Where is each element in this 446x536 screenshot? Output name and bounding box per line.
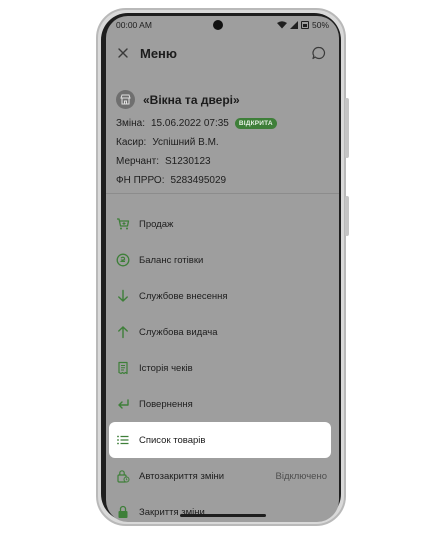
menu-item-label: Історія чеків bbox=[139, 362, 193, 374]
menu-item-product-list[interactable]: Список товарів bbox=[109, 422, 331, 458]
cashier-label: Касир: bbox=[116, 136, 147, 148]
menu-item-auto-close-shift[interactable]: Автозакриття зміни Відключено bbox=[106, 458, 339, 494]
app-screen: 00:00 AM 50% Меню «Вікна та двері» Зміна… bbox=[106, 16, 339, 522]
menu-item-label: Автозакриття зміни bbox=[139, 470, 225, 482]
menu-item-label: Службове внесення bbox=[139, 290, 228, 302]
signal-icon bbox=[289, 21, 298, 29]
volume-button bbox=[345, 98, 349, 158]
battery-level: 50% bbox=[311, 20, 329, 30]
receipt-icon bbox=[118, 361, 128, 375]
arrow-up-icon bbox=[118, 326, 128, 339]
divider bbox=[106, 193, 339, 194]
status-time: 00:00 AM bbox=[116, 20, 152, 30]
prro-value: 5283495029 bbox=[170, 174, 227, 186]
menu-item-service-deposit[interactable]: Службове внесення bbox=[106, 278, 339, 314]
menu-item-service-withdrawal[interactable]: Службова видача bbox=[106, 314, 339, 350]
page-title: Меню bbox=[140, 46, 178, 61]
menu-item-sale[interactable]: Продаж bbox=[106, 206, 339, 242]
status-badge: ВІДКРИТА bbox=[234, 117, 277, 129]
merchant-label: Мерчант: bbox=[116, 155, 159, 167]
list-icon bbox=[117, 435, 129, 445]
close-icon[interactable] bbox=[116, 46, 130, 60]
menu-item-label: Баланс готівки bbox=[139, 254, 204, 266]
prro-label: ФН ПРРО: bbox=[116, 174, 165, 186]
menu-item-close-shift[interactable]: Закриття зміни bbox=[106, 494, 339, 522]
camera-cutout bbox=[213, 20, 223, 30]
menu-item-cash-balance[interactable]: Баланс готівки bbox=[106, 242, 339, 278]
shop-header: «Вікна та двері» bbox=[116, 90, 331, 109]
auto-lock-icon bbox=[117, 470, 130, 483]
battery-icon bbox=[300, 21, 309, 29]
cashier-value: Успішний В.М. bbox=[152, 136, 219, 148]
prro-row: ФН ПРРО: 5283495029 bbox=[116, 174, 331, 186]
menu-item-label: Продаж bbox=[139, 218, 174, 230]
menu-list: Продаж Баланс готівки Службове внесення … bbox=[106, 206, 339, 522]
arrow-down-icon bbox=[118, 289, 128, 302]
status-icons: 50% bbox=[276, 20, 329, 30]
menu-item-return[interactable]: Повернення bbox=[106, 386, 339, 422]
cashier-row: Касир: Успішний В.М. bbox=[116, 136, 331, 148]
power-button bbox=[345, 196, 349, 236]
menu-item-label: Повернення bbox=[139, 398, 193, 410]
wifi-icon bbox=[276, 21, 287, 29]
menu-item-label: Список товарів bbox=[139, 434, 206, 446]
return-icon bbox=[118, 399, 129, 409]
chat-icon[interactable] bbox=[311, 45, 327, 61]
menu-item-label: Службова видача bbox=[139, 326, 218, 338]
auto-close-status: Відключено bbox=[275, 470, 327, 482]
shift-row: Зміна: 15.06.2022 07:35 ВІДКРИТА bbox=[116, 117, 331, 129]
cart-icon bbox=[117, 218, 130, 230]
home-indicator[interactable] bbox=[180, 514, 266, 517]
menu-header: Меню bbox=[106, 42, 339, 66]
lock-icon bbox=[118, 505, 128, 518]
merchant-value: S1230123 bbox=[165, 155, 211, 167]
menu-item-receipt-history[interactable]: Історія чеків bbox=[106, 350, 339, 386]
store-icon bbox=[116, 90, 135, 109]
merchant-row: Мерчант: S1230123 bbox=[116, 155, 331, 167]
coin-icon bbox=[116, 253, 130, 267]
shop-name: «Вікна та двері» bbox=[143, 92, 240, 107]
shift-label: Зміна: bbox=[116, 117, 145, 129]
shift-value: 15.06.2022 07:35 bbox=[151, 117, 229, 129]
shop-info: «Вікна та двері» Зміна: 15.06.2022 07:35… bbox=[116, 90, 331, 186]
